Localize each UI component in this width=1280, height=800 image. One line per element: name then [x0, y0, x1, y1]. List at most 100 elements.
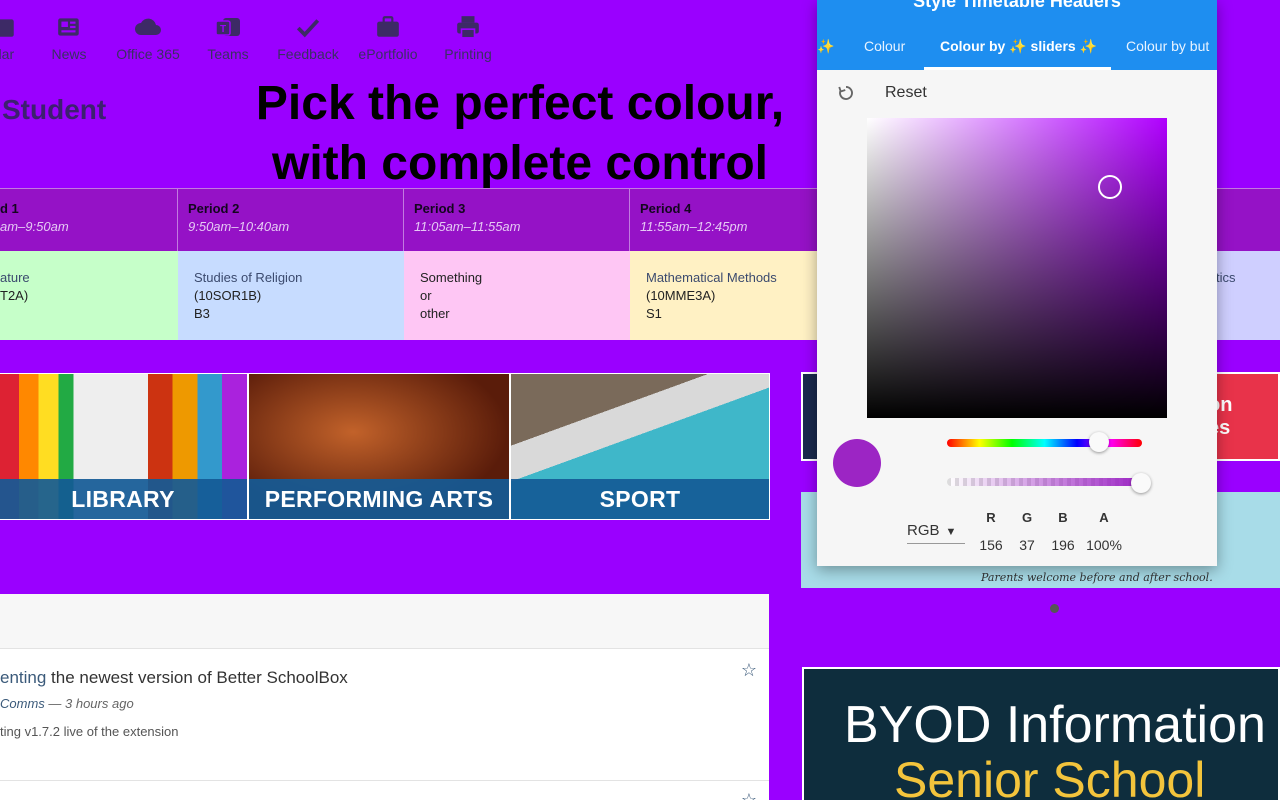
byod-banner[interactable]: BYOD Information Senior School [802, 667, 1280, 800]
class-subject: Something [420, 270, 483, 285]
news-title-text: the newest version of Better SchoolBox [46, 668, 348, 687]
tab-colour[interactable]: Colour [864, 38, 905, 54]
channel-value[interactable]: 156 [971, 537, 1011, 553]
class-subject: ature [0, 270, 30, 285]
news-excerpt: ting v1.7.2 live of the extension [0, 724, 179, 739]
news-icon [29, 12, 109, 42]
period-time: am–9:50am [0, 219, 69, 234]
class-code: T2A) [0, 288, 29, 303]
channel-r[interactable]: R 156 [971, 510, 1011, 553]
carousel-dot[interactable] [1050, 604, 1059, 613]
student-heading: Student [2, 94, 107, 125]
saturation-value-handle[interactable] [1098, 175, 1122, 199]
channel-value[interactable]: 100% [1084, 537, 1124, 553]
class-cell[interactable]: ature T2A) [0, 251, 178, 340]
reset-icon [838, 86, 853, 100]
nav-eportfolio[interactable]: ePortfolio [348, 12, 428, 62]
color-mode-select[interactable]: RGB ▼ [907, 522, 965, 544]
channel-label: B [1058, 510, 1068, 525]
period-label: Period 4 [640, 201, 692, 216]
divider [0, 780, 769, 781]
news-time: — 3 hours ago [44, 696, 134, 711]
period-header: d 1 am–9:50am [0, 188, 178, 251]
news-header [0, 594, 769, 649]
nav-teams[interactable]: T Teams [188, 12, 268, 62]
class-code: or [420, 288, 432, 303]
tile-performing-arts[interactable]: PERFORMING ARTS [248, 373, 510, 520]
news-item-title[interactable]: enting the newest version of Better Scho… [0, 668, 348, 688]
saturation-value-area[interactable] [867, 118, 1167, 418]
alpha-slider-handle[interactable] [1131, 473, 1151, 493]
news-meta: Comms — 3 hours ago [0, 696, 134, 711]
reset-button[interactable]: Reset [837, 84, 927, 102]
nav-label: Office 365 [116, 46, 180, 62]
news-panel: enting the newest version of Better Scho… [0, 594, 769, 800]
cloud-icon [108, 12, 188, 42]
nav-news[interactable]: News [29, 12, 109, 62]
headline: Pick the perfect colour, with complete c… [220, 74, 820, 194]
period-label: Period 3 [414, 201, 466, 216]
class-room: B3 [194, 306, 210, 321]
color-preview-swatch [833, 439, 881, 487]
tile-library[interactable]: LIBRARY [0, 373, 248, 520]
period-time: 11:55am–12:45pm [640, 219, 748, 234]
channel-label: A [1099, 510, 1109, 525]
star-icon[interactable]: ☆ [741, 790, 757, 800]
period-label: d 1 [0, 201, 19, 216]
class-cell[interactable]: Something or other [404, 251, 630, 340]
tab-colour-by-buttons[interactable]: Colour by but [1126, 38, 1209, 54]
nav-label: Teams [207, 46, 249, 62]
byod-subtitle: Senior School [894, 752, 1206, 800]
promo-text: on [1208, 394, 1233, 416]
class-subject: Studies of Religion [194, 270, 303, 285]
style-popup: Style Timetable Headers ✨ Colour Colour … [817, 0, 1217, 566]
period-label: Period 2 [188, 201, 240, 216]
color-mode-value: RGB [907, 522, 940, 539]
tab-sparkle[interactable]: ✨ [817, 38, 834, 55]
class-code: (10SOR1B) [194, 288, 262, 303]
tab-colour-by-sliders[interactable]: Colour by ✨ sliders ✨ [940, 38, 1097, 55]
channel-value[interactable]: 37 [1007, 537, 1047, 553]
hue-slider-handle[interactable] [1089, 432, 1109, 452]
class-subject: tics [1216, 270, 1236, 285]
hue-slider[interactable] [947, 439, 1142, 447]
byod-title: BYOD Information [844, 696, 1266, 754]
channel-b[interactable]: B 196 [1043, 510, 1083, 553]
star-icon[interactable]: ☆ [741, 660, 757, 681]
channel-g[interactable]: G 37 [1007, 510, 1047, 553]
channel-a[interactable]: A 100% [1084, 510, 1124, 553]
headline-line2: with complete control [271, 137, 769, 190]
channel-label: R [986, 510, 996, 525]
period-time: 11:05am–11:55am [414, 219, 521, 234]
quick-link-tiles: LIBRARY PERFORMING ARTS SPORT [0, 373, 770, 520]
popup-title: Style Timetable Headers [913, 0, 1121, 11]
class-room: S1 [646, 306, 662, 321]
alpha-slider[interactable] [947, 478, 1142, 486]
nav-printing[interactable]: Printing [428, 12, 508, 62]
check-icon [268, 12, 348, 42]
nav-label: News [51, 46, 87, 62]
nav-feedback[interactable]: Feedback [268, 12, 348, 62]
class-cell[interactable]: Studies of Religion (10SOR1B) B3 [178, 251, 404, 340]
period-header: Period 2 9:50am–10:40am [178, 188, 404, 251]
channel-value[interactable]: 196 [1043, 537, 1083, 553]
news-title-link[interactable]: enting [0, 668, 46, 687]
class-cell[interactable]: Mathematical Methods (10MME3A) S1 [630, 251, 830, 340]
tile-sport[interactable]: SPORT [510, 373, 770, 520]
tile-label: PERFORMING ARTS [249, 479, 509, 519]
promo-text: es [1208, 417, 1231, 439]
nav-label: Printing [444, 46, 492, 62]
printer-icon [428, 12, 508, 42]
active-tab-indicator [924, 67, 1111, 70]
period-header [1216, 188, 1280, 251]
nav-label: Feedback [277, 46, 339, 62]
class-code: (10MME3A) [646, 288, 716, 303]
svg-text:T: T [220, 24, 226, 35]
class-subject: Mathematical Methods [646, 270, 777, 285]
nav-office365[interactable]: Office 365 [108, 12, 188, 62]
reset-label: Reset [885, 84, 927, 101]
tile-label: SPORT [511, 479, 769, 519]
top-navigation: dar News Office 365 T Teams Feedback ePo… [0, 0, 820, 72]
period-time: 9:50am–10:40am [188, 219, 290, 234]
news-author[interactable]: Comms [0, 696, 45, 711]
